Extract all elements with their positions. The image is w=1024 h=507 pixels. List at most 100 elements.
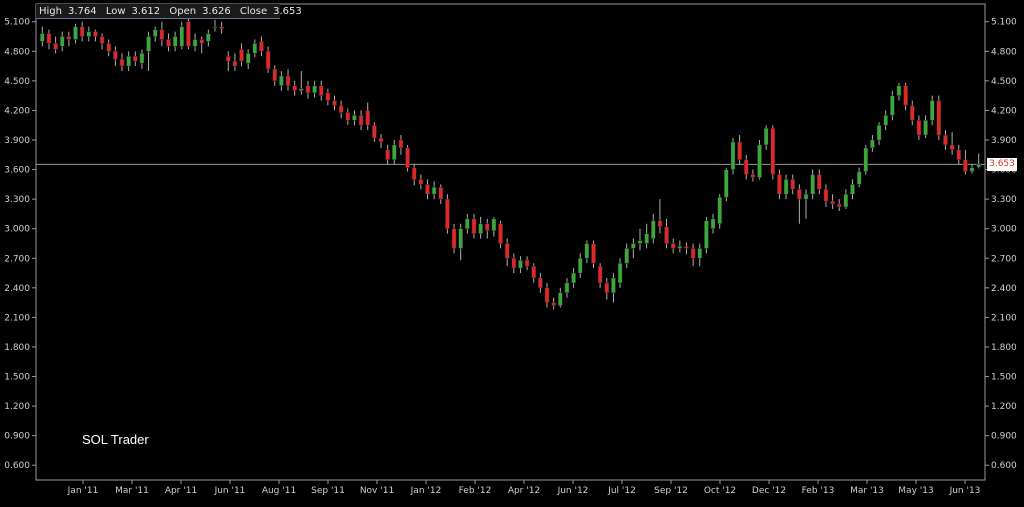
candle-down — [99, 36, 105, 44]
candle-down — [664, 226, 669, 244]
candle-up — [312, 85, 317, 93]
candle-up — [843, 193, 849, 208]
candle-down — [186, 21, 191, 47]
candle-down — [750, 174, 756, 178]
candle-up — [172, 36, 178, 47]
candle-down — [285, 75, 291, 87]
x-tick-label: Jun '12 — [557, 486, 589, 496]
y-tick-label-left: 1.800 — [4, 343, 30, 353]
open-label: Open — [169, 6, 197, 17]
x-tick-label: Mar '11 — [115, 486, 149, 496]
candle-up — [863, 147, 869, 172]
x-tick-label: Apr '11 — [165, 486, 197, 496]
candle-up — [458, 228, 464, 249]
x-tick-label: Sep '11 — [311, 486, 345, 496]
candle-down — [538, 277, 543, 289]
candle-up — [617, 262, 623, 284]
candle-down — [378, 137, 384, 143]
candle-down — [405, 147, 410, 168]
close-label: Close — [239, 6, 268, 17]
y-tick-label-right: 5.100 — [991, 18, 1017, 28]
candle-down — [777, 174, 782, 195]
y-tick-label-left: 3.300 — [4, 195, 30, 205]
candle-down — [963, 159, 968, 172]
candle-down — [551, 302, 556, 306]
candle-down — [737, 141, 742, 160]
candle-down — [597, 265, 603, 284]
candle-down — [504, 243, 510, 259]
candle-down — [531, 265, 537, 279]
x-tick-label: Jun '11 — [214, 486, 246, 496]
candle-down — [690, 248, 696, 259]
candlestick-chart[interactable]: 5.100 4.800 4.500 4.200 3.900 3.600 3.300 3.000… — [0, 0, 1024, 507]
y-axis-right: 5.1004.8004.5004.2003.9003.6003.3003.000… — [985, 18, 1017, 471]
y-tick-label-right: 1.800 — [991, 343, 1017, 353]
candle-down — [484, 223, 490, 231]
candle-down — [385, 149, 390, 160]
x-tick-label: Jan '12 — [410, 486, 442, 496]
candle-up — [245, 53, 251, 64]
high-value: 3.764 — [67, 6, 97, 17]
candle-down — [916, 120, 922, 136]
ohlc-readout: High 3.764 Low 3.612 Open 3.626 Close 3.653 — [36, 4, 302, 19]
candle-up — [644, 233, 649, 244]
y-tick-label-left: 2.100 — [4, 313, 30, 323]
candle-down — [332, 100, 337, 106]
candle-up — [710, 218, 716, 229]
candle-up — [139, 53, 145, 64]
candle-up — [577, 258, 583, 274]
candle-down — [305, 85, 311, 93]
y-tick-label-left: 1.200 — [4, 402, 30, 412]
candles-group — [40, 16, 981, 310]
candle-down — [46, 33, 52, 44]
candle-down — [591, 243, 596, 264]
candle-down — [53, 43, 58, 50]
candle-down — [66, 36, 72, 40]
candle-up — [677, 246, 683, 249]
candle-down — [79, 26, 85, 37]
y-tick-label-right: 0.600 — [991, 461, 1017, 471]
candle-down — [259, 41, 264, 52]
y-tick-label-right: 4.200 — [991, 106, 1017, 116]
y-tick-label-right: 2.400 — [991, 284, 1017, 294]
candle-down — [956, 149, 962, 160]
y-tick-label-left: 2.700 — [4, 254, 30, 264]
y-tick-label-right: 4.800 — [991, 47, 1017, 57]
y-tick-label-right: 3.000 — [991, 225, 1017, 235]
candle-down — [544, 287, 550, 303]
x-tick-label: Dec '12 — [752, 486, 786, 496]
candle-up — [969, 167, 975, 172]
candle-up — [146, 36, 151, 52]
candle-down — [411, 167, 417, 180]
candle-down — [949, 144, 955, 151]
candle-down — [418, 179, 424, 185]
candle-up — [391, 144, 397, 160]
candle-down — [604, 282, 610, 294]
candle-down — [113, 51, 118, 60]
chart-window: 5.100 4.800 4.500 4.200 3.900 3.600 3.300 3.000… — [0, 0, 1024, 507]
candle-down — [132, 55, 138, 62]
y-tick-label-right: 1.200 — [991, 402, 1017, 412]
candle-down — [166, 39, 171, 47]
candle-up — [465, 218, 470, 229]
candle-up — [803, 193, 809, 200]
candle-down — [219, 26, 224, 29]
y-tick-label-left: 0.600 — [4, 461, 30, 471]
watermark-text: SOL Trader — [82, 432, 149, 447]
candle-down — [823, 189, 829, 202]
y-tick-label-right: 2.100 — [991, 313, 1017, 323]
x-tick-label: Jan '11 — [67, 486, 99, 496]
candle-up — [126, 55, 131, 67]
candle-down — [372, 124, 377, 139]
candle-down — [943, 134, 948, 146]
plot-border — [35, 3, 986, 481]
high-label: High — [39, 6, 62, 17]
candle-up — [717, 196, 722, 225]
candle-down — [265, 51, 271, 70]
open-value: 3.626 — [202, 6, 231, 17]
x-tick-label: Feb '12 — [459, 486, 492, 496]
candle-down — [445, 198, 450, 229]
candle-up — [810, 174, 815, 195]
y-tick-label-left: 3.000 — [4, 225, 30, 235]
candle-up — [192, 39, 198, 47]
